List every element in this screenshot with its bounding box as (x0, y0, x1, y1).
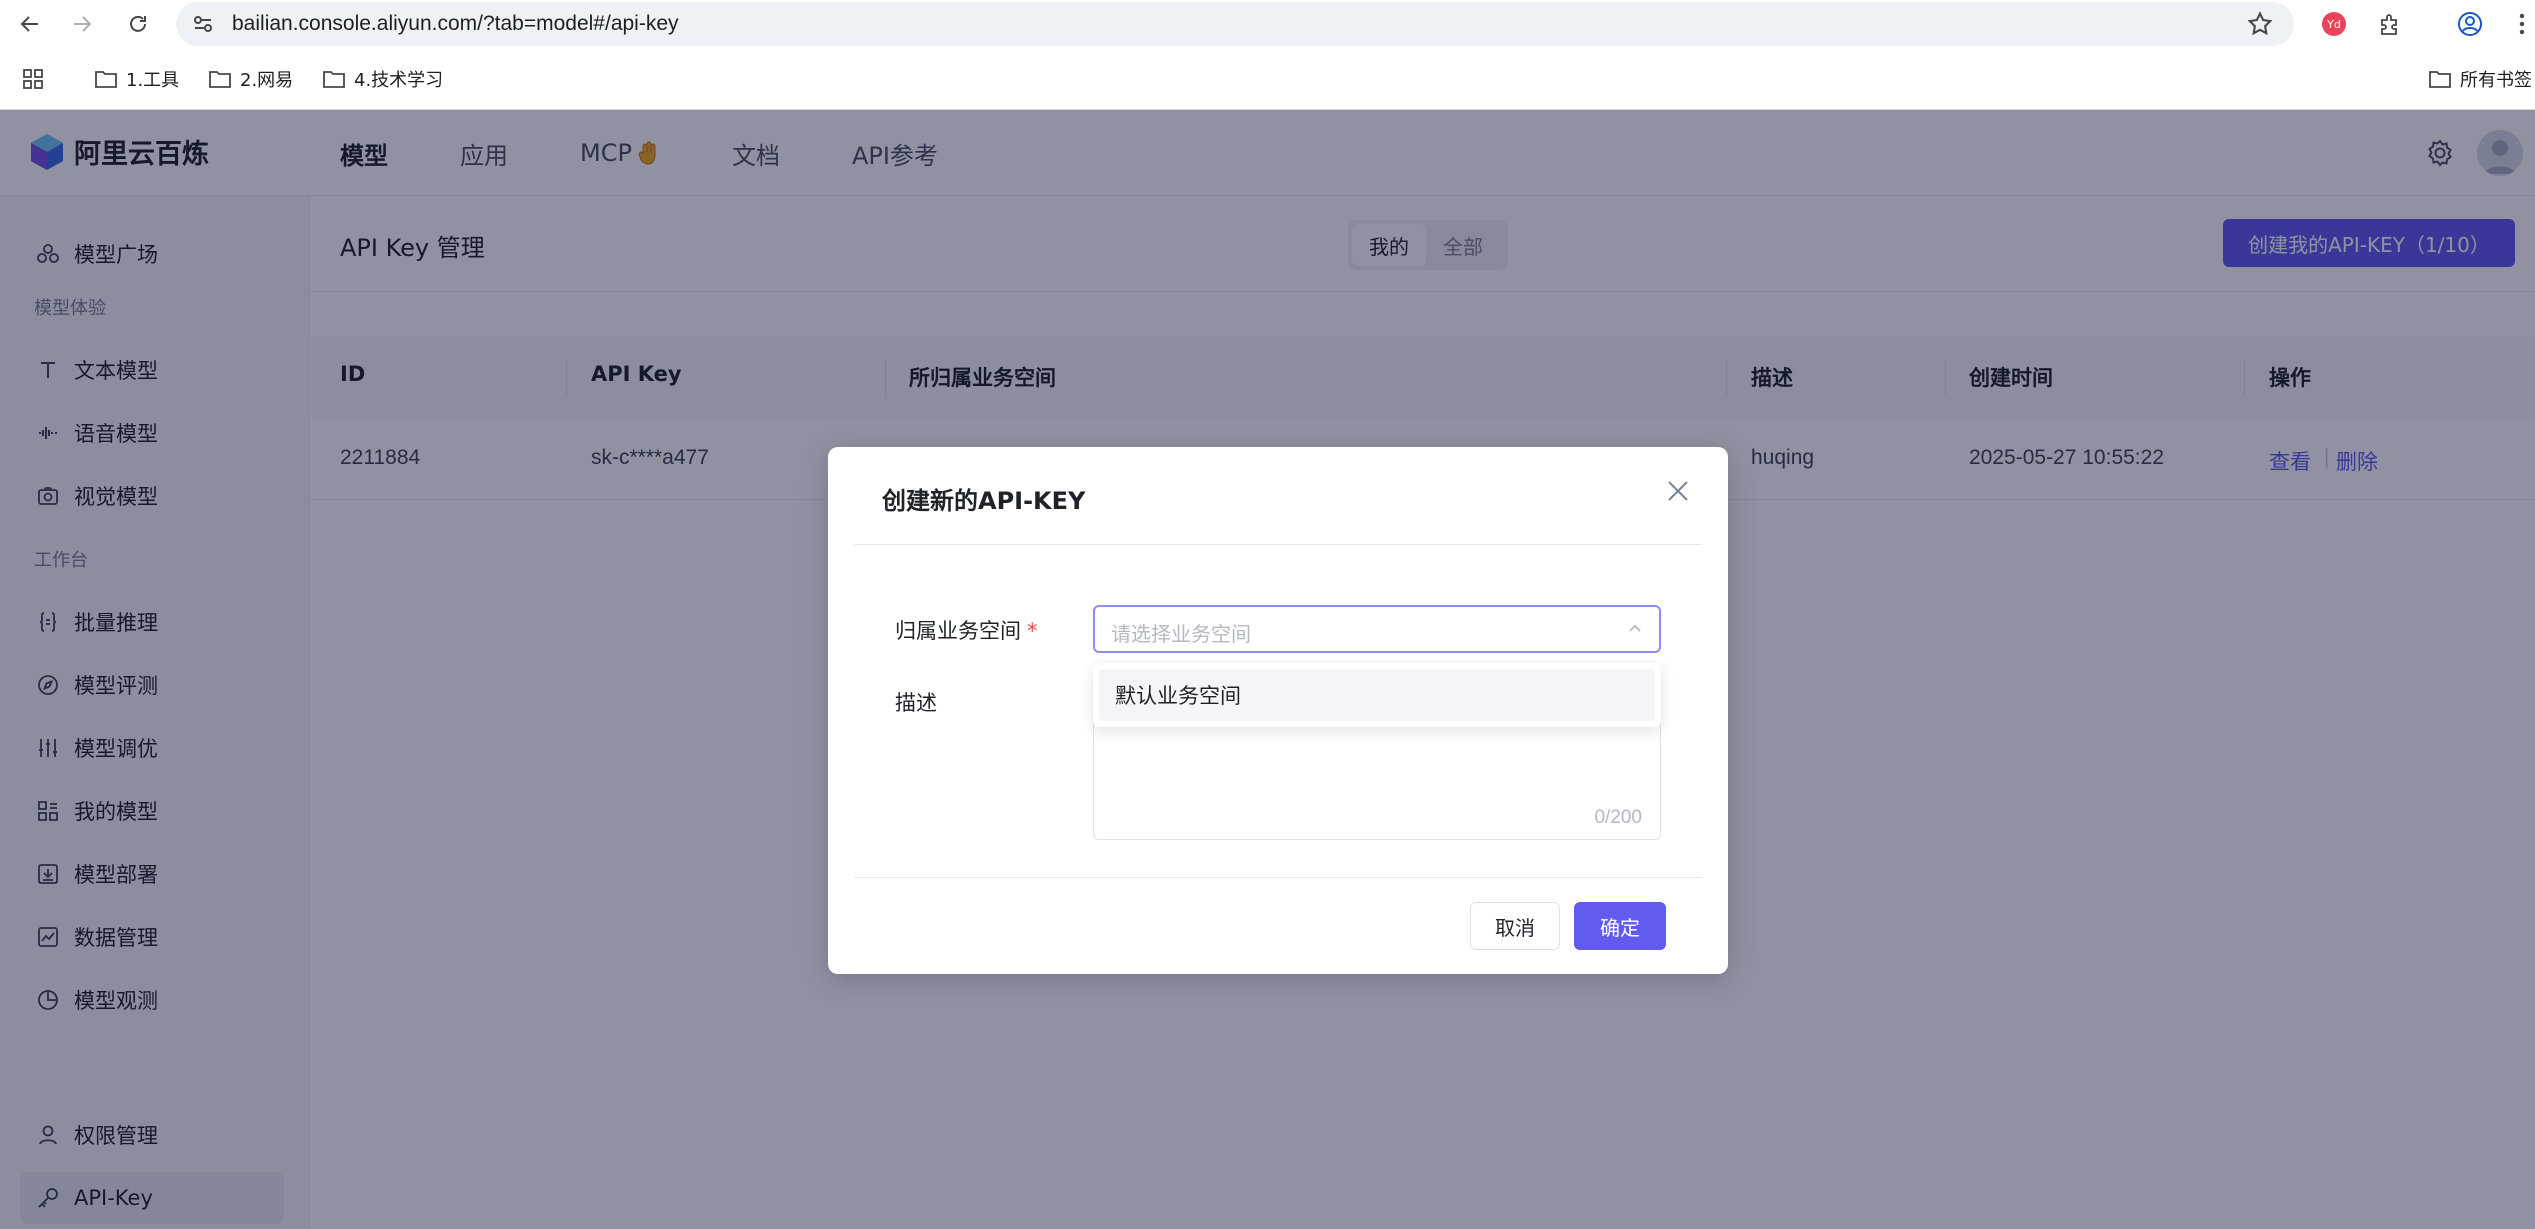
folder-icon (95, 71, 117, 88)
modal-footer-divider (854, 877, 1702, 878)
char-counter: 0/200 (1594, 807, 1642, 828)
close-icon[interactable] (1664, 477, 1692, 505)
workspace-placeholder: 请选择业务空间 (1111, 622, 1251, 646)
browser-menu-icon[interactable] (2508, 10, 2535, 38)
extensions-puzzle-icon[interactable] (2376, 10, 2404, 38)
svg-text:Yd: Yd (2326, 18, 2341, 31)
confirm-button[interactable]: 确定 (1574, 902, 1666, 950)
address-row: bailian.console.aliyun.com/?tab=model#/a… (0, 0, 2535, 48)
description-label: 描述 (895, 691, 937, 715)
browser-chrome: bailian.console.aliyun.com/?tab=model#/a… (0, 0, 2535, 110)
folder-icon (209, 71, 231, 88)
chevron-up-icon (1629, 624, 1641, 632)
bookmark-label: 2.网易 (240, 70, 294, 91)
forward-icon[interactable] (66, 8, 98, 40)
create-api-key-modal: 创建新的API-KEY 归属业务空间 * 请选择业务空间 描述 0/200 默认业… (828, 447, 1728, 974)
profile-icon[interactable] (2456, 10, 2484, 38)
bookmark-folder-tech[interactable]: 4.技术学习 (322, 66, 443, 92)
modal-title: 创建新的API-KEY (882, 487, 1086, 515)
bookmarks-bar: 1.工具 2.网易 4.技术学习 所有书签 (0, 58, 2535, 100)
workspace-dropdown: 默认业务空间 (1093, 663, 1661, 727)
extension-yd-icon[interactable]: Yd (2320, 10, 2348, 38)
modal-divider (854, 544, 1702, 545)
bookmark-folder-netease[interactable]: 2.网易 (208, 66, 293, 92)
folder-icon (2429, 71, 2451, 88)
dropdown-option-default-workspace[interactable]: 默认业务空间 (1099, 669, 1655, 721)
workspace-label-text: 归属业务空间 (895, 619, 1021, 643)
url-text[interactable]: bailian.console.aliyun.com/?tab=model#/a… (232, 12, 679, 36)
cancel-button[interactable]: 取消 (1470, 902, 1560, 950)
apps-grid-icon[interactable] (22, 66, 44, 92)
back-icon[interactable] (14, 8, 46, 40)
site-info-icon[interactable] (192, 13, 214, 35)
required-mark: * (1027, 619, 1038, 643)
address-bar[interactable]: bailian.console.aliyun.com/?tab=model#/a… (176, 2, 2294, 46)
bookmark-label: 1.工具 (126, 70, 180, 91)
all-bookmarks-label: 所有书签 (2460, 70, 2532, 91)
all-bookmarks[interactable]: 所有书签 (2428, 66, 2532, 92)
workspace-label: 归属业务空间 * (895, 615, 1038, 645)
bookmark-label: 4.技术学习 (354, 70, 444, 91)
workspace-select[interactable]: 请选择业务空间 (1093, 605, 1661, 653)
bookmark-star-icon[interactable] (2246, 10, 2274, 38)
reload-icon[interactable] (122, 8, 154, 40)
bookmark-folder-tools[interactable]: 1.工具 (94, 66, 179, 92)
folder-icon (323, 71, 345, 88)
